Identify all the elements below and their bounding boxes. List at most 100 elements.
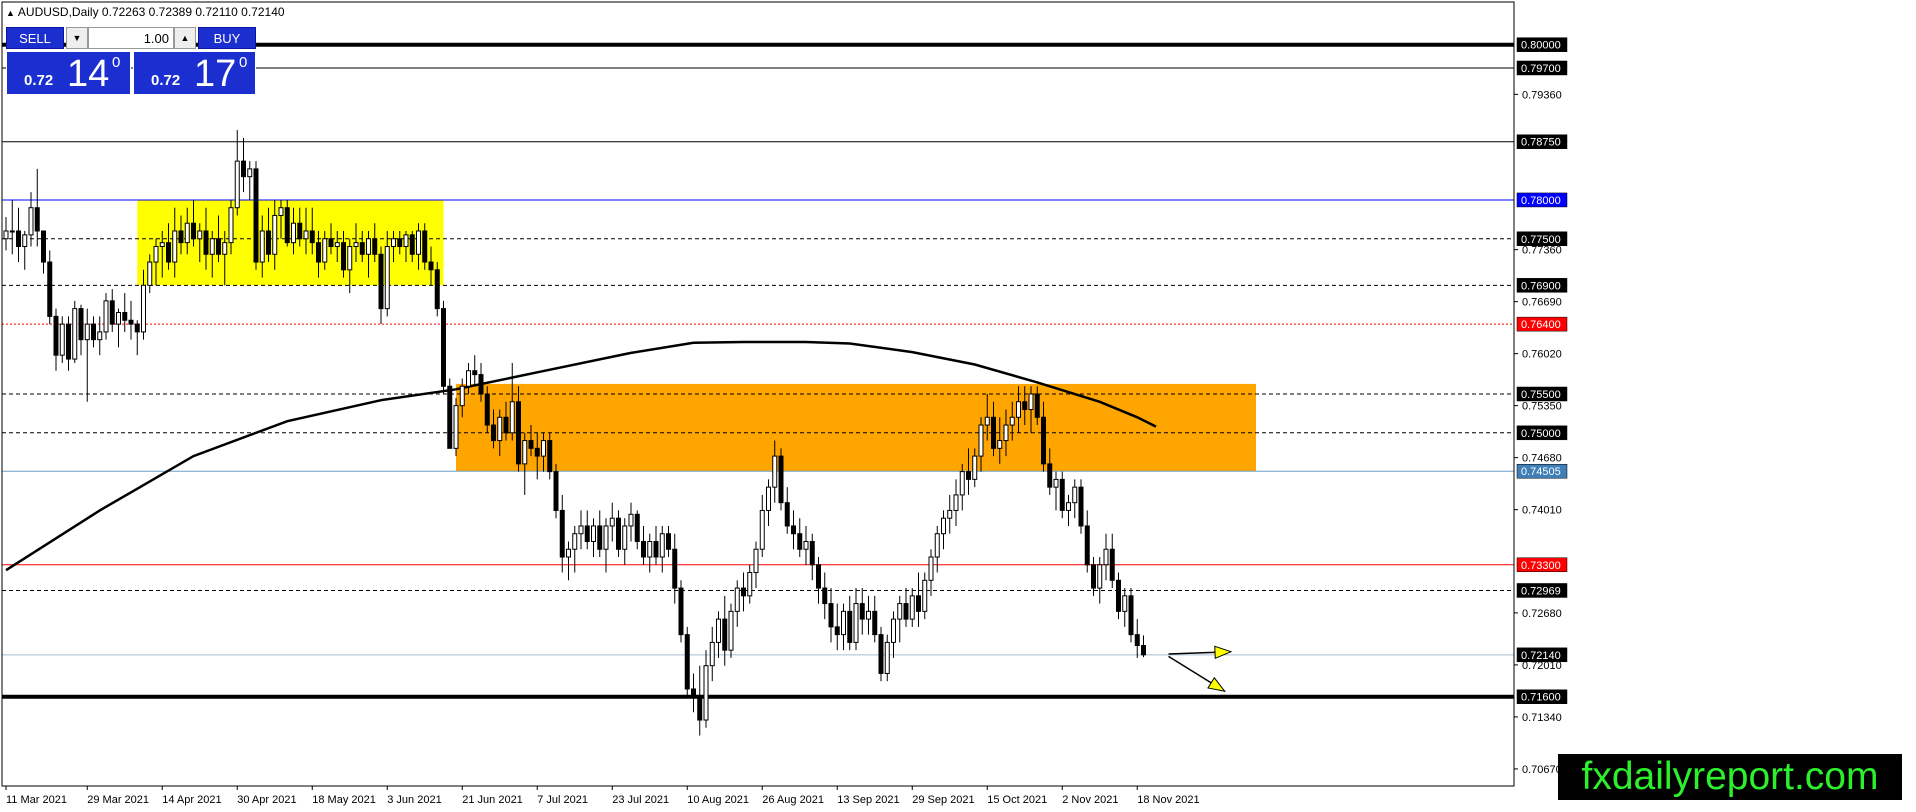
candle-body-bear [697,696,703,721]
candle-body-bull [734,587,740,612]
candle-body-bear [722,618,728,651]
candle-body-bull [3,230,9,240]
candle-body-bear [828,603,834,628]
candle-body-bear [816,564,821,589]
candle-body-bear [991,416,996,449]
orange-zone [456,383,1256,472]
candle-body-bear [47,261,53,317]
buy-price-box[interactable]: 0.72 17 0 [133,51,256,95]
candle-body-bull [772,455,778,488]
candle-body-bull [578,525,584,535]
candle-body-bull [628,513,634,527]
candle-body-bull [591,525,596,542]
candle-body-bull [347,246,353,271]
candle-body-bear [903,603,909,620]
price-label-text: 0.72140 [1521,650,1561,662]
candle-body-bull [247,168,253,178]
candle [453,397,459,457]
site-watermark: fxdailyreport.com [1558,754,1902,800]
candle-body-bear [472,370,478,376]
candle-body-bull [184,222,190,244]
candle-body-bull [997,440,1003,449]
candle-body-bear [847,610,853,643]
price-label-text: 0.76900 [1521,280,1561,292]
price-label: 0.79700 [1516,60,1568,76]
candle [684,626,690,697]
candle-body-bull [28,207,34,236]
candle-body-bear [1116,579,1121,612]
candle-body-bear [166,242,171,263]
candle-body-bull [278,207,284,216]
candle [447,378,453,449]
y-tick-label: 0.72680 [1522,608,1562,620]
candle-body-bull [209,238,215,255]
price-label: 0.75500 [1516,386,1568,402]
candle-body-bull [384,246,390,310]
candle-body-bear [872,610,878,636]
sell-price-box[interactable]: 0.72 14 0 [6,51,131,95]
candle-body-bear [778,455,784,504]
lot-size-input[interactable] [88,27,174,49]
candle-body-bull [1097,564,1103,589]
price-label: 0.72969 [1516,583,1568,598]
candle-body-bear [691,688,696,698]
sell-price-digits: 14 [67,53,110,95]
candle-body-bull [147,261,153,286]
candle-body-bear [128,319,134,325]
x-tick-label: 29 Sep 2021 [912,794,974,806]
candle-body-bear [378,253,384,310]
candle-body-bull [1122,595,1128,612]
candle-body-bear [253,168,259,263]
arrow-up-icon[interactable]: ▲ [174,27,196,49]
candle-body-bull [1003,424,1009,442]
price-axis[interactable]: 0.79360 0.77360 0.76690 0.76020 0.75350 0.746… [1514,37,1568,776]
candle-body-bull [841,610,846,636]
candlestick-chart[interactable]: 0.79360 0.77360 0.76690 0.76020 0.75350 0.746… [0,0,1916,812]
candle [778,448,784,511]
triangle-up-icon[interactable]: ▲ [6,8,15,18]
candle-body-bull [84,323,90,341]
y-tick-label: 0.76020 [1522,349,1562,361]
buy-price-prefix: 0.72 [151,72,181,89]
price-label: 0.78750 [1516,134,1568,149]
candle-body-bull [716,618,721,643]
price-label-text: 0.71600 [1521,692,1561,704]
price-label-text: 0.79700 [1521,63,1561,75]
candle-body-bear [91,323,96,341]
candle-body-bear [666,533,671,550]
buy-price-fraction: 0 [239,54,248,71]
price-label: 0.75000 [1516,425,1568,441]
candle-body-bull [922,579,928,612]
candle-body-bear [503,416,509,434]
candle-body-bear [66,323,71,360]
y-tick-label: 0.76690 [1522,297,1562,309]
candle-body-bear [328,238,334,248]
x-tick-label: 14 Apr 2021 [162,794,221,806]
x-tick-label: 2 Nov 2021 [1062,794,1118,806]
sell-button[interactable]: SELL [6,27,64,49]
candle-body-bear [1084,525,1090,566]
candle-body-bear [16,230,21,248]
price-label: 0.73300 [1516,557,1568,573]
buy-price-digits: 17 [194,53,237,95]
candle-body-bull [622,525,628,550]
arrow-down-icon[interactable]: ▼ [66,27,88,49]
buy-button[interactable]: BUY [198,27,256,49]
candle-body-bull [647,540,653,558]
candle-body-bull [272,214,278,255]
y-tick-label: 0.75350 [1522,401,1562,413]
candle-body-bear [966,471,971,480]
candle-body-bull [403,234,409,248]
candle-body-bull [72,308,78,360]
candle [434,262,440,317]
candle [1078,479,1084,534]
candle-body-bear [1059,478,1065,511]
mt4-chart-window: 0.79360 0.77360 0.76690 0.76020 0.75350 0.746… [0,0,1916,812]
candle-body-bull [659,533,665,558]
candle-body-bull [909,595,915,620]
candle [441,300,446,394]
candle-body-bull [59,323,65,356]
candle-body-bull [522,440,528,465]
candle-body-bull [497,416,503,442]
candle-body-bull [803,540,809,550]
